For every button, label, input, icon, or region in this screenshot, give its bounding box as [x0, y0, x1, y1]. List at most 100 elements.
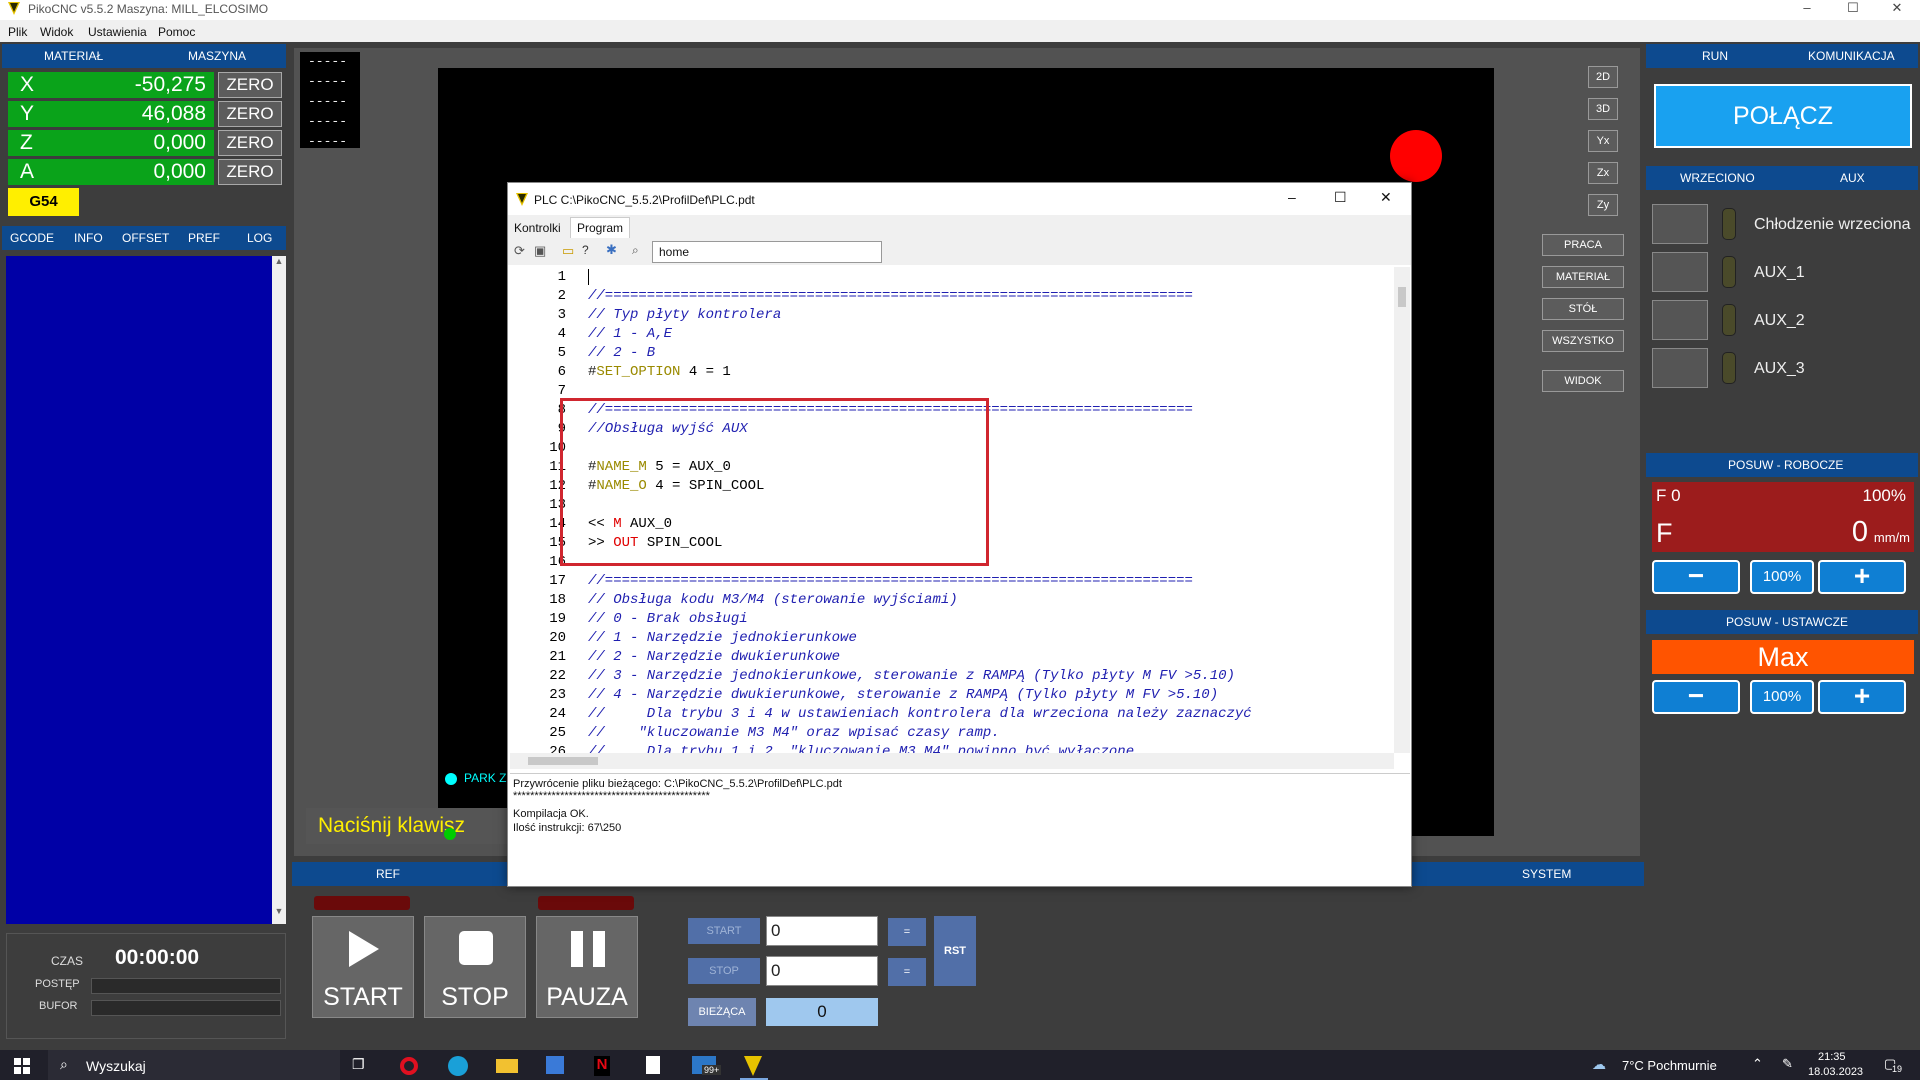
zero-y-button[interactable]: ZERO: [218, 101, 282, 127]
zero-a-button[interactable]: ZERO: [218, 159, 282, 185]
rst-button[interactable]: RST: [934, 916, 976, 986]
start-button[interactable]: START: [312, 916, 414, 1018]
aux1-toggle[interactable]: [1652, 252, 1708, 292]
open-folder-icon[interactable]: ▭: [562, 243, 574, 259]
tab-program[interactable]: Program: [570, 217, 631, 238]
praca-button[interactable]: PRACA: [1542, 234, 1624, 256]
code-vscrollbar[interactable]: [1394, 267, 1410, 753]
feed-minus-button[interactable]: −: [1652, 560, 1740, 594]
stop-line-button[interactable]: STOP: [688, 958, 760, 984]
rapid-plus-button[interactable]: +: [1818, 680, 1906, 714]
start-line-input[interactable]: 0: [766, 916, 878, 946]
windows-start-icon[interactable]: [14, 1058, 30, 1074]
code-hscrollbar[interactable]: [510, 753, 1394, 769]
czas-value: 00:00:00: [115, 946, 200, 969]
zero-z-button[interactable]: ZERO: [218, 130, 282, 156]
pen-icon[interactable]: ✎: [1782, 1056, 1793, 1072]
zero-x-button[interactable]: ZERO: [218, 72, 282, 98]
tab-info[interactable]: INFO: [74, 226, 103, 250]
tab-material[interactable]: MATERIAŁ: [44, 44, 103, 68]
view-zx-button[interactable]: Zx: [1588, 162, 1618, 184]
view-zy-button[interactable]: Zy: [1588, 194, 1618, 216]
aux2-toggle[interactable]: [1652, 300, 1708, 340]
tab-offset[interactable]: OFFSET: [122, 226, 169, 250]
menu-plik[interactable]: Plik: [8, 25, 27, 39]
notepad-icon[interactable]: [646, 1056, 660, 1074]
pikocnc-taskbar-icon[interactable]: [744, 1056, 762, 1076]
scroll-up-icon[interactable]: ▲: [274, 256, 284, 276]
tab-komunikacja[interactable]: KOMUNIKACJA: [1808, 44, 1895, 68]
g54-badge[interactable]: G54: [8, 188, 79, 216]
clock-date[interactable]: 18.03.2023: [1808, 1066, 1863, 1078]
store-icon[interactable]: [546, 1056, 564, 1074]
coolant-toggle[interactable]: [1652, 204, 1708, 244]
scroll-thumb[interactable]: [528, 757, 598, 765]
material-button[interactable]: MATERIAŁ: [1542, 266, 1624, 288]
park-label: PARK Z: [464, 771, 507, 785]
stop-eq-button[interactable]: =: [888, 958, 926, 986]
widok-button[interactable]: WIDOK: [1542, 370, 1624, 392]
axis-value: 0,000: [153, 131, 206, 154]
aux3-toggle[interactable]: [1652, 348, 1708, 388]
edge-icon[interactable]: [448, 1056, 468, 1076]
save-icon[interactable]: ▣: [534, 243, 546, 259]
menu-widok[interactable]: Widok: [40, 25, 73, 39]
stol-button[interactable]: STÓŁ: [1542, 298, 1624, 320]
wszystko-button[interactable]: WSZYSTKO: [1542, 330, 1624, 352]
menu-pomoc[interactable]: Pomoc: [158, 25, 195, 39]
plc-close-button[interactable]: ✕: [1380, 189, 1392, 206]
feed-100-button[interactable]: 100%: [1750, 560, 1814, 594]
find-icon[interactable]: ⌕: [632, 243, 639, 258]
menu-ustawienia[interactable]: Ustawienia: [88, 25, 147, 39]
tab-pref[interactable]: PREF: [188, 226, 220, 250]
log-line: ****************************************…: [513, 790, 710, 802]
refresh-icon[interactable]: ⟳: [514, 243, 525, 259]
close-button[interactable]: ✕: [1874, 0, 1920, 18]
connect-button[interactable]: POŁĄCZ: [1654, 84, 1912, 148]
file-explorer-icon[interactable]: [496, 1059, 518, 1073]
weather-text[interactable]: 7°C Pochmurnie: [1622, 1058, 1717, 1073]
start-eq-button[interactable]: =: [888, 918, 926, 946]
tray-chevron-icon[interactable]: ⌃: [1752, 1056, 1763, 1072]
help-icon[interactable]: ?: [582, 243, 589, 257]
start-line-button[interactable]: START: [688, 918, 760, 944]
plc-minimize-button[interactable]: –: [1288, 189, 1296, 205]
rapid-100-button[interactable]: 100%: [1750, 680, 1814, 714]
tab-gcode[interactable]: GCODE: [10, 226, 54, 250]
gcode-scrollbar[interactable]: ▲ ▼: [272, 256, 286, 924]
taskbar-search[interactable]: ⌕ Wyszukaj: [48, 1050, 340, 1080]
czas-label: CZAS: [51, 954, 84, 968]
pauza-button[interactable]: PAUZA: [536, 916, 638, 1018]
code-line: // 2 - Narzędzie dwukierunkowe: [588, 649, 841, 665]
tab-wrzeciono[interactable]: WRZECIONO: [1680, 166, 1755, 190]
task-view-icon[interactable]: ❐: [352, 1056, 365, 1073]
opera-icon[interactable]: [400, 1057, 418, 1075]
plc-maximize-button[interactable]: ☐: [1334, 189, 1347, 206]
stop-button[interactable]: STOP: [424, 916, 526, 1018]
minimize-button[interactable]: –: [1784, 0, 1830, 18]
maximize-button[interactable]: ☐: [1830, 0, 1876, 18]
feed-plus-button[interactable]: +: [1818, 560, 1906, 594]
search-input[interactable]: home: [652, 241, 882, 263]
gcode-editor[interactable]: [6, 256, 274, 924]
stop-line-input[interactable]: 0: [766, 956, 878, 986]
line-number: 19: [549, 611, 566, 627]
stop-label: STOP: [441, 983, 509, 1011]
tab-kontrolki[interactable]: Kontrolki: [514, 221, 561, 235]
clock-time[interactable]: 21:35: [1818, 1051, 1846, 1063]
tab-run[interactable]: RUN: [1702, 44, 1728, 68]
tab-aux[interactable]: AUX: [1840, 166, 1865, 190]
scroll-down-icon[interactable]: ▼: [274, 906, 284, 926]
tab-log[interactable]: LOG: [247, 226, 272, 250]
tab-system[interactable]: SYSTEM: [1522, 862, 1571, 886]
compile-icon[interactable]: ✱: [606, 242, 617, 258]
view-3d-button[interactable]: 3D: [1588, 98, 1618, 120]
view-yx-button[interactable]: Yx: [1588, 130, 1618, 152]
scroll-thumb[interactable]: [1398, 287, 1406, 307]
rapid-minus-button[interactable]: −: [1652, 680, 1740, 714]
view-2d-button[interactable]: 2D: [1588, 66, 1618, 88]
netflix-icon[interactable]: N: [594, 1056, 610, 1076]
tab-maszyna[interactable]: MASZYNA: [188, 44, 246, 68]
tab-ref[interactable]: REF: [376, 862, 400, 886]
coord-a: A 0,000: [8, 159, 214, 185]
